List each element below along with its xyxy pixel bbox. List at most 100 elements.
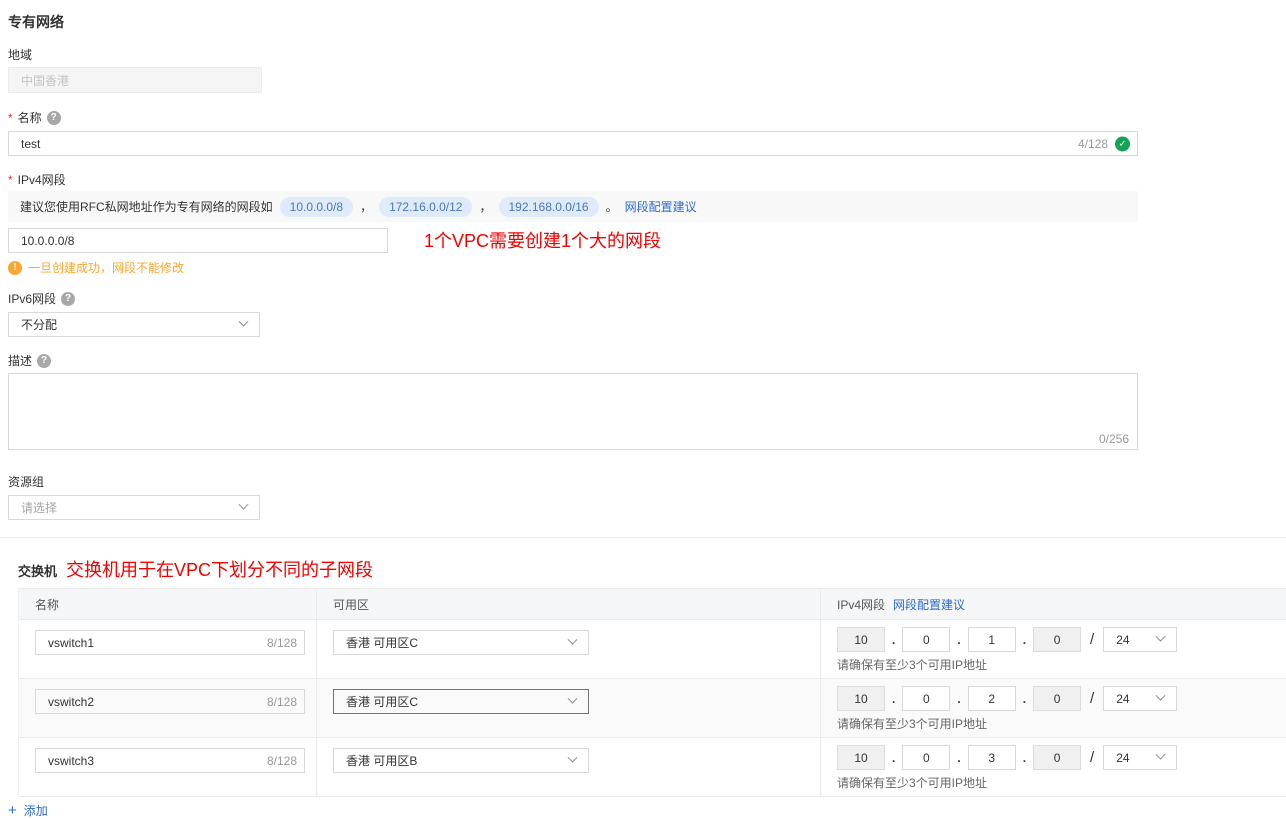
vswitch-zone-cell: 香港 可用区B <box>317 738 821 796</box>
mask-select[interactable]: 24 <box>1103 627 1177 652</box>
ip-availability-hint: 请确保有至少3个可用IP地址 <box>837 715 1286 732</box>
octet-dot: . <box>892 692 895 706</box>
zone-select[interactable]: 香港 可用区C <box>333 630 589 655</box>
chevron-down-icon <box>568 753 578 763</box>
octet-dot: . <box>1023 751 1026 765</box>
vswitch-annotation: 交换机用于在VPC下划分不同的子网段 <box>66 558 373 582</box>
octet-input-3[interactable] <box>968 745 1016 770</box>
add-vswitch-button[interactable]: + 添加 <box>8 802 1286 819</box>
ipv4-label-text: IPv4网段 <box>18 171 66 188</box>
slash-separator: / <box>1090 749 1094 766</box>
vswitch-ipv4-cell: . . . / 24 请确保有至少3个可用IP地址 <box>821 620 1286 678</box>
chevron-down-icon <box>1156 632 1166 642</box>
cidr-option-pill[interactable]: 192.168.0.0/16 <box>499 197 599 217</box>
vswitch-name-counter: 8/128 <box>267 754 297 768</box>
octet-dot: . <box>892 751 895 765</box>
vpc-section-title: 专有网络 <box>8 12 1286 32</box>
chevron-down-icon <box>239 500 249 510</box>
octet-input-2[interactable] <box>902 686 950 711</box>
vswitch-name-input[interactable] <box>35 748 305 773</box>
description-counter: 0/256 <box>1099 432 1129 446</box>
vswitch-section-title: 交换机 <box>18 561 57 580</box>
cidr-suggestion-link[interactable]: 网段配置建议 <box>625 198 697 215</box>
chevron-down-icon <box>568 635 578 645</box>
octet-dot: . <box>957 692 960 706</box>
octet-input-4 <box>1033 686 1081 711</box>
name-counter: 4/128 <box>1078 137 1108 151</box>
ipv6-label: IPv6网段 ? <box>8 290 1286 307</box>
separator: ， <box>360 198 372 215</box>
help-icon[interactable]: ? <box>37 354 51 368</box>
region-input <box>8 67 262 93</box>
chevron-down-icon <box>1156 691 1166 701</box>
ipv6-select[interactable]: 不分配 <box>8 312 260 337</box>
ipv4-cidr-input[interactable] <box>8 228 388 253</box>
octet-input-2[interactable] <box>902 627 950 652</box>
octet-input-3[interactable] <box>968 627 1016 652</box>
octet-dot: . <box>892 633 895 647</box>
col-header-ipv4: IPv4网段 网段配置建议 <box>821 596 1286 613</box>
separator: 。 <box>606 198 618 215</box>
chevron-down-icon <box>568 694 578 704</box>
zone-select[interactable]: 香港 可用区B <box>333 748 589 773</box>
vswitch-name-input[interactable] <box>35 630 305 655</box>
ip-availability-hint: 请确保有至少3个可用IP地址 <box>837 656 1286 673</box>
cidr-option-pill[interactable]: 172.16.0.0/12 <box>379 197 472 217</box>
vswitch-name-cell: 8/128 <box>19 738 317 796</box>
vswitch-name-input[interactable] <box>35 689 305 714</box>
mask-select[interactable]: 24 <box>1103 745 1177 770</box>
suggestion-prefix: 建议您使用RFC私网地址作为专有网络的网段如 <box>20 198 273 215</box>
vswitch-zone-cell: 香港 可用区C <box>317 679 821 737</box>
description-textarea[interactable] <box>9 374 1137 449</box>
octet-input-4 <box>1033 627 1081 652</box>
cidr-option-pill[interactable]: 10.0.0.0/8 <box>280 197 353 217</box>
vswitch-row: 8/128 香港 可用区C . . . / 24 <box>19 620 1286 679</box>
ipv4-label: * IPv4网段 <box>8 171 1286 188</box>
resource-group-label: 资源组 <box>8 473 1286 490</box>
vswitch-name-counter: 8/128 <box>267 695 297 709</box>
name-label-text: 名称 <box>18 109 42 126</box>
vswitch-zone-cell: 香港 可用区C <box>317 620 821 678</box>
name-input[interactable] <box>8 131 1138 156</box>
vswitch-table-body: 8/128 香港 可用区C . . . / 24 <box>19 620 1286 797</box>
slash-separator: / <box>1090 690 1094 707</box>
zone-select[interactable]: 香港 可用区C <box>333 689 589 714</box>
vpc-cidr-annotation: 1个VPC需要创建1个大的网段 <box>424 229 661 253</box>
vswitch-ipv4-cell: . . . / 24 请确保有至少3个可用IP地址 <box>821 679 1286 737</box>
ipv4-cidr-row: 1个VPC需要创建1个大的网段 <box>8 228 1286 253</box>
add-vswitch-label: 添加 <box>24 802 48 819</box>
octet-input-1 <box>837 745 885 770</box>
vswitch-name-counter: 8/128 <box>267 636 297 650</box>
vswitch-section-header: 交换机 交换机用于在VPC下划分不同的子网段 <box>18 558 1286 582</box>
zone-select-value: 香港 可用区C <box>346 693 418 710</box>
mask-select-value: 24 <box>1116 692 1129 706</box>
zone-select-value: 香港 可用区B <box>346 752 417 769</box>
table-cidr-suggestion-link[interactable]: 网段配置建议 <box>893 596 965 613</box>
description-label-text: 描述 <box>8 352 32 369</box>
ipv6-select-value: 不分配 <box>21 316 57 333</box>
octet-dot: . <box>957 751 960 765</box>
help-icon[interactable]: ? <box>61 292 75 306</box>
octet-input-1 <box>837 627 885 652</box>
resource-group-placeholder: 请选择 <box>21 499 57 516</box>
vswitch-row: 8/128 香港 可用区B . . . / 24 <box>19 738 1286 797</box>
vswitch-table: 名称 可用区 IPv4网段 网段配置建议 8/128 香港 可用区C . <box>18 588 1286 797</box>
name-label: * 名称 ? <box>8 109 1286 126</box>
zone-select-value: 香港 可用区C <box>346 634 418 651</box>
octet-input-2[interactable] <box>902 745 950 770</box>
octet-input-3[interactable] <box>968 686 1016 711</box>
ipv6-label-text: IPv6网段 <box>8 290 56 307</box>
vswitch-name-cell: 8/128 <box>19 620 317 678</box>
mask-select[interactable]: 24 <box>1103 686 1177 711</box>
required-asterisk: * <box>8 111 13 125</box>
octet-dot: . <box>957 633 960 647</box>
col-header-name: 名称 <box>19 589 317 619</box>
resource-group-select[interactable]: 请选择 <box>8 495 260 520</box>
col-header-ipv4-text: IPv4网段 <box>837 596 885 613</box>
description-textarea-wrap: 0/256 <box>8 373 1138 450</box>
help-icon[interactable]: ? <box>47 111 61 125</box>
description-label: 描述 ? <box>8 352 1286 369</box>
chevron-down-icon <box>1156 750 1166 760</box>
octet-dot: . <box>1023 692 1026 706</box>
slash-separator: / <box>1090 631 1094 648</box>
